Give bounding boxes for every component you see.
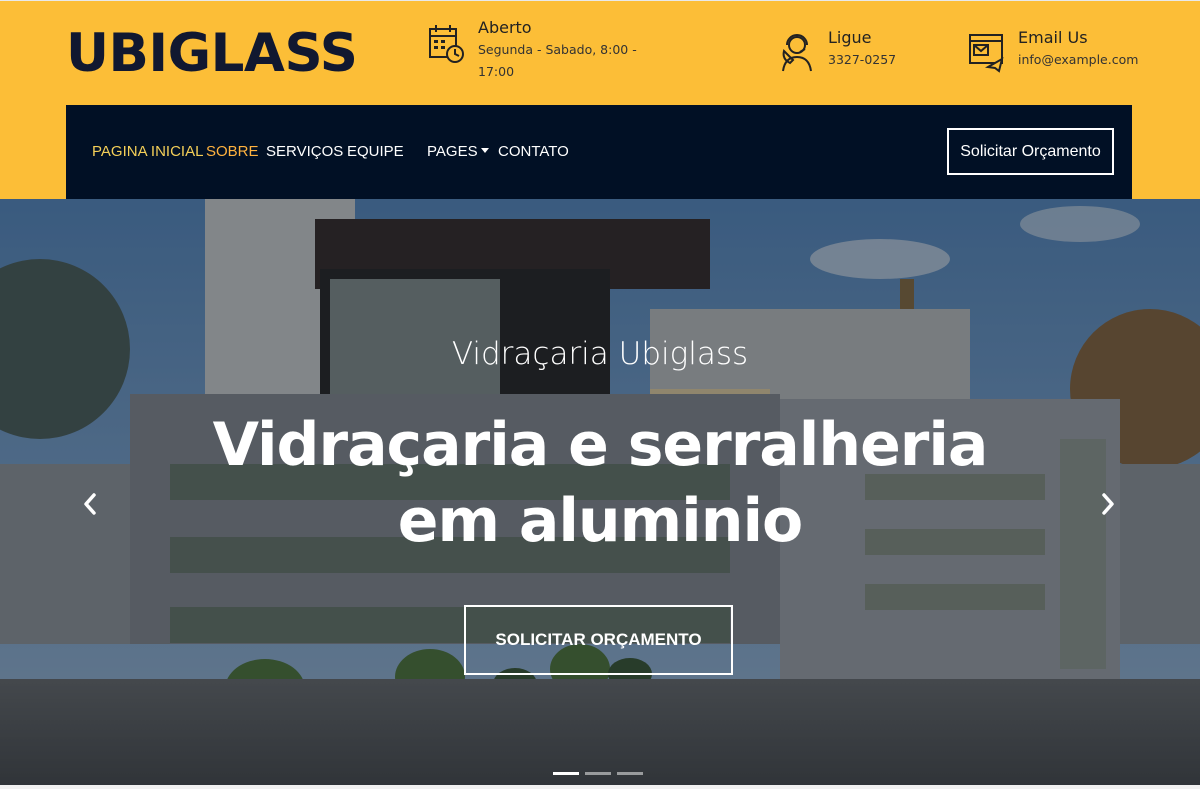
carousel-indicator-2[interactable] — [585, 772, 611, 775]
caret-down-icon — [480, 148, 489, 153]
chevron-left-icon[interactable] — [80, 489, 100, 519]
phone-contact: Ligue 3327-0257 — [778, 27, 896, 75]
nav-item-home[interactable]: PAGINA INICIAL — [92, 143, 203, 160]
hero-subtitle: Vidraçaria Ubiglass — [451, 336, 749, 372]
nav-item-team[interactable]: EQUIPE — [347, 143, 404, 160]
main-navbar: PAGINA INICIAL SOBRE SERVIÇOS EQUIPE PAG… — [66, 105, 1132, 199]
phone-title: Ligue — [828, 28, 872, 47]
hero-quote-button[interactable]: SOLICITAR ORÇAMENTO — [464, 605, 733, 675]
nav-item-pages[interactable]: PAGES — [427, 143, 489, 160]
hero-title: Vidraçaria e serralheria em aluminio — [212, 410, 989, 556]
phone-value[interactable]: 3327-0257 — [828, 49, 896, 71]
hours-title: Aberto — [478, 18, 532, 37]
email-value[interactable]: info@example.com — [1018, 49, 1138, 71]
email-title: Email Us — [1018, 28, 1088, 47]
email-contact: Email Us info@example.com — [968, 27, 1138, 75]
support-agent-icon — [782, 34, 812, 72]
email-browser-icon — [969, 34, 1004, 73]
page-bottom-edge — [0, 785, 1200, 789]
request-quote-button[interactable]: Solicitar Orçamento — [947, 128, 1114, 175]
chevron-right-icon[interactable] — [1098, 489, 1118, 519]
nav-item-pages-label: PAGES — [427, 143, 478, 160]
carousel-indicators — [553, 772, 643, 775]
opening-hours: Aberto Segunda - Sabado, 8:00 - 17:00 — [428, 17, 638, 83]
calendar-clock-icon — [429, 25, 464, 63]
nav-item-services[interactable]: SERVIÇOS — [266, 143, 343, 160]
hero-carousel: Vidraçaria Ubiglass Vidraçaria e serralh… — [0, 199, 1200, 785]
nav-item-about[interactable]: SOBRE — [206, 143, 259, 160]
site-logo[interactable]: UBIGLASS — [66, 21, 358, 87]
carousel-indicator-3[interactable] — [617, 772, 643, 775]
nav-item-contact[interactable]: CONTATO — [498, 143, 569, 160]
hours-value: Segunda - Sabado, 8:00 - 17:00 — [478, 42, 637, 79]
carousel-indicator-1[interactable] — [553, 772, 579, 775]
